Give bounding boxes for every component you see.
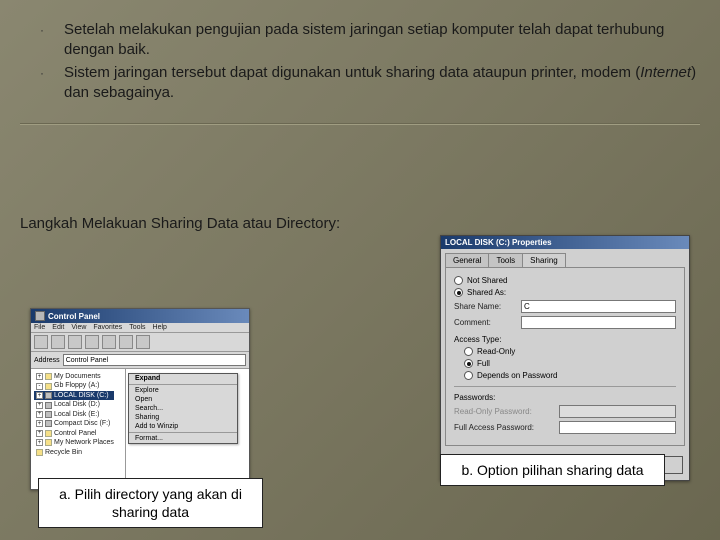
radio-shared-as[interactable] (454, 288, 463, 297)
ctx-winzip[interactable]: Add to Winzip (129, 422, 237, 431)
properties-dialog: LOCAL DISK (C:) Properties General Tools… (440, 235, 690, 481)
menu-help[interactable]: Help (153, 324, 167, 331)
sharing-panel: Not Shared Shared As: Share Name: C Comm… (445, 267, 685, 446)
menu-edit[interactable]: Edit (52, 324, 64, 331)
radio-readonly[interactable] (464, 347, 473, 356)
caption-a: a. Pilih directory yang akan di sharing … (38, 478, 263, 528)
label-depends: Depends on Password (477, 371, 558, 380)
tree-item-local-disk-c[interactable]: +LOCAL DISK (C:) (34, 391, 114, 400)
window-icon (35, 311, 45, 321)
bullet-text-1: Setelah melakukan pengujian pada sistem … (64, 20, 700, 61)
control-panel-window: Control Panel File Edit View Favorites T… (30, 308, 250, 490)
bullet-text-2: Sistem jaringan tersebut dapat digunakan… (64, 63, 700, 104)
toolbar-button[interactable] (136, 335, 150, 349)
caption-b: b. Option pilihan sharing data (440, 454, 665, 486)
toolbar-up-button[interactable] (68, 335, 82, 349)
menu-file[interactable]: File (34, 324, 45, 331)
toolbar-button[interactable] (85, 335, 99, 349)
label-comment: Comment: (454, 318, 516, 327)
toolbar-button[interactable] (119, 335, 133, 349)
tab-general[interactable]: General (445, 253, 489, 267)
input-comment[interactable] (521, 316, 676, 329)
label-shared-as: Shared As: (467, 288, 506, 297)
radio-not-shared[interactable] (454, 276, 463, 285)
menu-view[interactable]: View (71, 324, 86, 331)
toolbar-button[interactable] (102, 335, 116, 349)
label-full-password: Full Access Password: (454, 423, 554, 432)
address-field[interactable]: Control Panel (63, 354, 246, 366)
toolbar-forward-button[interactable] (51, 335, 65, 349)
cp-menubar: File Edit View Favorites Tools Help (31, 323, 249, 333)
radio-depends[interactable] (464, 371, 473, 380)
input-share-name[interactable]: C (521, 300, 676, 313)
label-full: Full (477, 359, 490, 368)
cp-toolbar (31, 333, 249, 352)
label-readonly: Read-Only (477, 347, 515, 356)
folder-tree[interactable]: +My Documents -Gb Floppy (A:) +LOCAL DIS… (31, 369, 126, 489)
ctx-expand[interactable]: Expand (129, 374, 237, 383)
context-menu: Expand Explore Open Search... Sharing Ad… (128, 373, 238, 444)
tab-tools[interactable]: Tools (488, 253, 523, 267)
subheading: Langkah Melakuan Sharing Data atau Direc… (0, 125, 720, 242)
props-tabstrip: General Tools Sharing (441, 249, 689, 267)
input-ro-password (559, 405, 676, 418)
toolbar-back-button[interactable] (34, 335, 48, 349)
props-titlebar: LOCAL DISK (C:) Properties (441, 236, 689, 249)
ctx-format[interactable]: Format... (129, 434, 237, 443)
ctx-explore[interactable]: Explore (129, 386, 237, 395)
label-access-type: Access Type: (454, 335, 676, 344)
cp-titlebar: Control Panel (31, 309, 249, 323)
cp-address-bar: Address Control Panel (31, 352, 249, 369)
input-full-password[interactable] (559, 421, 676, 434)
address-label: Address (34, 357, 60, 364)
tab-sharing[interactable]: Sharing (522, 253, 566, 267)
label-not-shared: Not Shared (467, 276, 507, 285)
ctx-open[interactable]: Open (129, 395, 237, 404)
bullet-dot: · (40, 63, 64, 80)
ctx-search[interactable]: Search... (129, 404, 237, 413)
label-ro-password: Read-Only Password: (454, 407, 554, 416)
label-passwords: Passwords: (454, 393, 676, 402)
radio-full[interactable] (464, 359, 473, 368)
menu-favorites[interactable]: Favorites (93, 324, 122, 331)
label-share-name: Share Name: (454, 302, 516, 311)
bullet-dot: · (40, 20, 64, 37)
cp-title-text: Control Panel (48, 312, 100, 321)
menu-tools[interactable]: Tools (129, 324, 145, 331)
ctx-sharing[interactable]: Sharing (129, 413, 237, 422)
